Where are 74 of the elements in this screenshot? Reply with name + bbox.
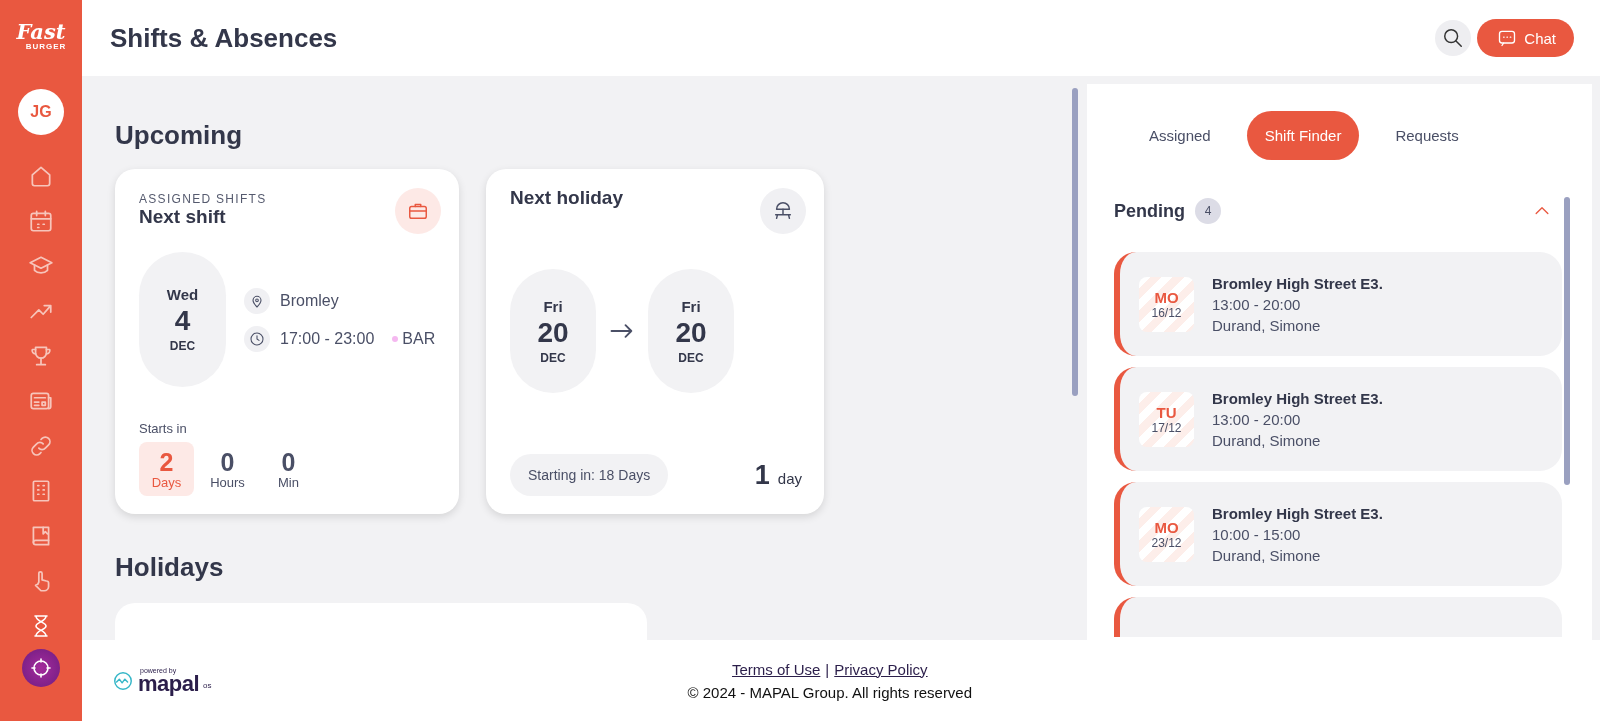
brand-suffix: os [203, 681, 212, 690]
section-heading: Upcoming [115, 120, 244, 151]
tab[interactable]: Assigned [1131, 111, 1229, 160]
shift-time: 17:00 - 23:00 [280, 329, 375, 348]
link-icon[interactable] [28, 433, 54, 459]
day-number: 20 [675, 317, 707, 348]
countdown-unit: Min [278, 474, 299, 490]
shift-time: 13:00 - 20:00 [1212, 410, 1302, 428]
calendar-icon[interactable] [28, 208, 54, 234]
location: Bromley High Street E3. [1212, 389, 1383, 407]
shift-card[interactable]: MO 16/12 Bromley High Street E3. 13:00 - 20:00 Durand, Simone [1114, 252, 1562, 356]
count-badge: 4 [1195, 198, 1221, 224]
day-number: 4 [174, 306, 191, 336]
weekday: MO [1154, 288, 1179, 306]
location: Bromley High Street E3. [1212, 274, 1383, 292]
month: DEC [678, 350, 704, 365]
chat-bubble-icon [1497, 28, 1518, 48]
separator: | [825, 660, 830, 678]
shift-card[interactable]: MO 23/12 Bromley High Street E3. 10:00 - 15:00 Durand, Simone [1114, 482, 1562, 586]
countdown-value: 0 [281, 448, 296, 475]
person-name: Durand, Simone [1212, 316, 1322, 334]
person-name: Durand, Simone [1212, 546, 1322, 564]
section-title: Pending [1114, 200, 1185, 222]
person-name: Durand, Simone [1212, 431, 1322, 449]
search-button[interactable] [1435, 20, 1472, 56]
logo-text: Fast [16, 22, 66, 42]
duration-unit: day [777, 469, 802, 487]
countdown-value: 0 [220, 448, 235, 475]
countdown-label: Starts in [139, 421, 188, 436]
footer-link[interactable]: Terms of Use [732, 660, 821, 678]
search-icon [1442, 27, 1465, 49]
weekday: Wed [166, 286, 199, 303]
shift-tag: BAR [402, 329, 436, 348]
beach-umbrella-icon [772, 200, 794, 222]
date: 16/12 [1151, 305, 1182, 320]
day-number: 20 [537, 317, 569, 348]
tab[interactable]: Shift Finder [1246, 111, 1360, 160]
countdown-unit: Hours [210, 474, 245, 490]
clock-icon [249, 330, 265, 347]
trophy-icon[interactable] [28, 343, 54, 369]
shift-time: 13:00 - 20:00 [1212, 295, 1302, 313]
starting-in-badge: Starting in: 18 Days [510, 454, 669, 496]
location: Bromley High Street E3. [1212, 504, 1383, 522]
chat-button[interactable]: Chat [1477, 19, 1574, 57]
logo-subtext: BURGER [25, 42, 67, 51]
weekday: TU [1156, 403, 1177, 421]
month: DEC [540, 350, 566, 365]
shift-card[interactable]: TU 17/12 Bromley High Street E3. 13:00 - 20:00 Durand, Simone [1114, 367, 1562, 471]
section-heading: Holidays [115, 552, 225, 583]
card-label: ASSIGNED SHIFTS [139, 192, 268, 206]
card-title: Next holiday [510, 187, 623, 209]
location: Bromley [280, 291, 339, 310]
date: 23/12 [1151, 535, 1182, 550]
wave-circle-icon [112, 669, 134, 692]
footer-link[interactable]: Privacy Policy [834, 660, 928, 678]
app-switcher-button[interactable] [22, 649, 60, 687]
card-title: Next shift [139, 206, 226, 228]
brand-name: mapal [138, 674, 200, 694]
scrollbar[interactable] [1564, 197, 1570, 485]
shift-time: 10:00 - 15:00 [1212, 525, 1302, 543]
month: DEC [169, 339, 196, 353]
countdown-value: 2 [159, 448, 174, 475]
page-title: Shifts & Absences [110, 22, 339, 54]
copyright: © 2024 - MAPAL Group. All rights reserved [687, 683, 973, 701]
tag-dot [392, 335, 399, 342]
scrollbar[interactable] [1072, 88, 1078, 396]
tab[interactable]: Requests [1377, 111, 1477, 160]
weekday: Fri [543, 297, 563, 315]
countdown-unit: Days [151, 474, 182, 490]
date: 17/12 [1151, 420, 1182, 435]
duration-value: 1 [754, 459, 770, 491]
user-avatar[interactable]: JG [18, 89, 64, 135]
weekday: Fri [681, 297, 701, 315]
weekday: MO [1154, 518, 1179, 536]
